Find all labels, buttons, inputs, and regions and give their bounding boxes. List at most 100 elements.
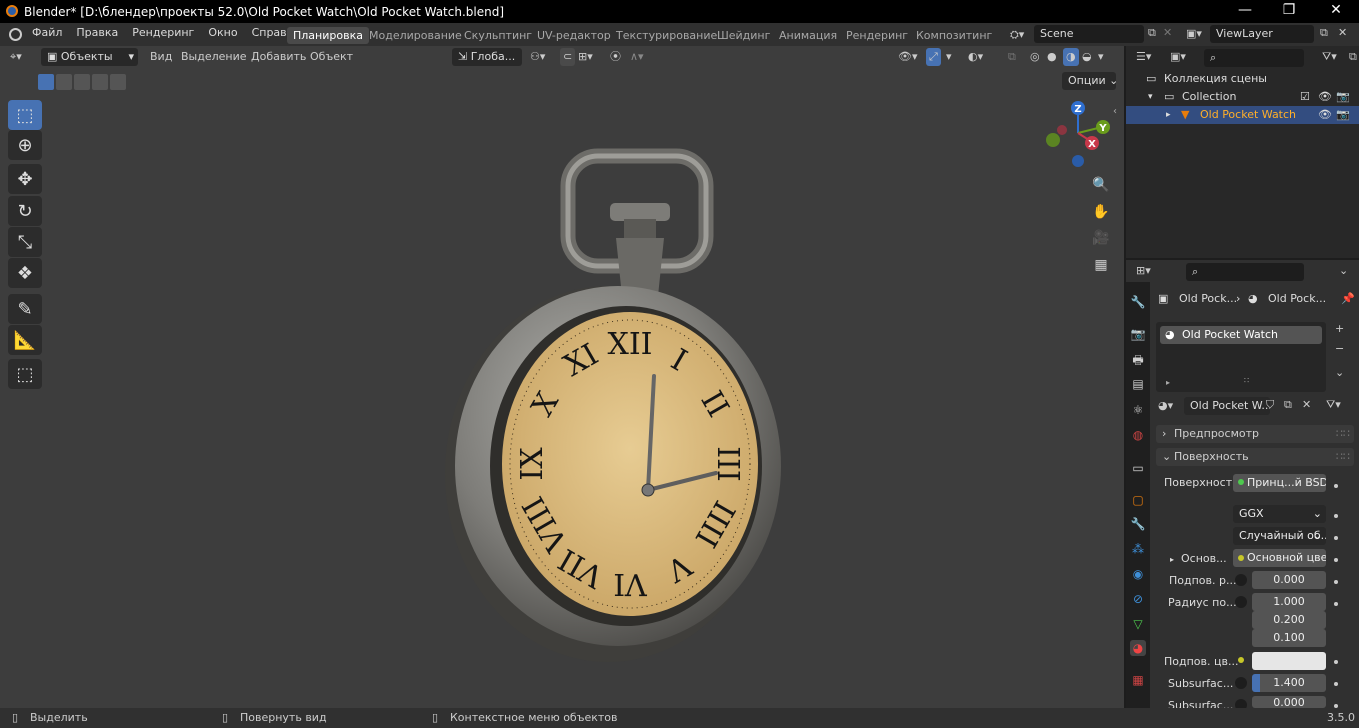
- transform-orientation[interactable]: ⇲ Глоба...: [452, 48, 522, 66]
- menu-view[interactable]: Вид: [150, 48, 172, 66]
- tab-rendering[interactable]: Рендеринг: [840, 27, 914, 44]
- new-collection-icon[interactable]: ⧉: [1349, 50, 1357, 64]
- collection-tab-icon[interactable]: ▭: [1130, 460, 1146, 476]
- annotate-tool[interactable]: ✎: [8, 294, 42, 324]
- menu-object[interactable]: Объект: [310, 48, 353, 66]
- pin-icon[interactable]: 📌: [1341, 292, 1355, 305]
- zoom-icon[interactable]: 🔍: [1089, 173, 1113, 197]
- delete-view-layer-icon[interactable]: ✕: [1338, 26, 1347, 39]
- slot-specials-icon[interactable]: ⌄: [1335, 366, 1344, 379]
- properties-editor-icon[interactable]: ⊞▾: [1136, 264, 1151, 277]
- panel-surface-header[interactable]: ⌄ Поверхность ∷∷: [1156, 448, 1354, 466]
- keyframe-dot[interactable]: [1334, 536, 1338, 540]
- material-tab-icon[interactable]: ◕: [1130, 640, 1146, 656]
- gizmo-neg-z-icon[interactable]: [1072, 155, 1084, 167]
- subsurface-aniso-field[interactable]: 0.000: [1252, 696, 1326, 708]
- pivot-icon[interactable]: ⚇▾: [530, 48, 545, 66]
- expand-icon[interactable]: ▸: [1166, 106, 1171, 124]
- mode-select[interactable]: ▣ Объекты ▾: [41, 48, 138, 66]
- render-tab-icon[interactable]: 📷: [1130, 326, 1146, 342]
- shading-wireframe-icon[interactable]: ◎: [1030, 48, 1040, 66]
- drag-handle-icon[interactable]: ∷∷: [1336, 427, 1350, 440]
- texture-tab-icon[interactable]: ▦: [1130, 672, 1146, 688]
- float-socket-icon[interactable]: [1235, 574, 1247, 586]
- material-name-field[interactable]: Old Pocket W...: [1184, 397, 1270, 415]
- eye-icon[interactable]: 👁: [1318, 106, 1332, 124]
- editor-type-icon[interactable]: ⌖▾: [10, 48, 22, 66]
- subsurface-method-select[interactable]: Случайный об... ⌄: [1233, 527, 1326, 545]
- modifier-tab-icon[interactable]: 🔧: [1130, 516, 1146, 532]
- transform-tool[interactable]: ❖: [8, 258, 42, 288]
- constraints-tab-icon[interactable]: ⊘: [1130, 591, 1146, 607]
- pan-hand-icon[interactable]: ✋: [1089, 200, 1113, 224]
- output-tab-icon[interactable]: 🖶: [1130, 352, 1146, 368]
- gizmo-dropdown-icon[interactable]: ▾: [946, 48, 952, 66]
- particles-tab-icon[interactable]: ⁂: [1130, 541, 1146, 557]
- snap-target-icon[interactable]: ⊞▾: [578, 48, 593, 66]
- 3d-viewport[interactable]: ⌖▾ ▣ Объекты ▾ Вид Выделение Добавить Об…: [0, 46, 1124, 708]
- tab-sculpting[interactable]: Скульптинг: [458, 27, 538, 44]
- properties-options-icon[interactable]: ⌄: [1339, 264, 1348, 277]
- view-layer-tab-icon[interactable]: ▤: [1130, 376, 1146, 392]
- menu-window[interactable]: Окно: [201, 26, 244, 39]
- menu-edit[interactable]: Правка: [69, 26, 125, 39]
- keyframe-dot[interactable]: [1334, 660, 1338, 664]
- menu-select[interactable]: Выделение: [181, 48, 247, 66]
- camera-render-icon[interactable]: 📷: [1336, 88, 1350, 106]
- fake-user-icon[interactable]: ⛉: [1266, 398, 1274, 412]
- radius-y-field[interactable]: 0.200: [1252, 611, 1326, 629]
- outliner-row-object[interactable]: ▸ ▼ Old Pocket Watch 👁 📷: [1126, 106, 1359, 124]
- checkbox-icon[interactable]: ☑: [1300, 88, 1310, 106]
- surface-shader-field[interactable]: Принц...й BSDF: [1233, 474, 1326, 492]
- panel-preview-header[interactable]: › Предпросмотр ∷∷: [1156, 425, 1354, 443]
- expand-icon[interactable]: ▸: [1166, 378, 1170, 387]
- select-box-tool[interactable]: ⬚: [8, 100, 42, 130]
- shading-solid-icon[interactable]: ●: [1047, 48, 1057, 66]
- falloff-icon[interactable]: ∧▾: [630, 48, 644, 66]
- link-type-icon[interactable]: ⛛▾: [1326, 398, 1341, 412]
- keyframe-dot[interactable]: [1334, 580, 1338, 584]
- tab-compositing[interactable]: Композитинг: [910, 27, 998, 44]
- camera-icon[interactable]: 🎥: [1089, 226, 1113, 250]
- object-tab-icon[interactable]: ▢: [1130, 492, 1146, 508]
- distribution-select[interactable]: GGX ⌄: [1233, 505, 1326, 523]
- gizmo-neg-x-icon[interactable]: [1057, 125, 1067, 135]
- radius-x-field[interactable]: 1.000: [1252, 593, 1326, 611]
- expand-icon[interactable]: ▸: [1170, 555, 1174, 564]
- shading-dropdown-icon[interactable]: ▾: [1098, 48, 1104, 66]
- snap-icon[interactable]: ⊂: [560, 48, 576, 66]
- physics-tab-icon[interactable]: ◉: [1130, 566, 1146, 582]
- expand-icon[interactable]: ▾: [1148, 88, 1153, 106]
- data-tab-icon[interactable]: ▽: [1130, 616, 1146, 632]
- subsurface-ior-field[interactable]: 1.400: [1252, 674, 1326, 692]
- scene-icon[interactable]: ⛭▾: [1010, 28, 1024, 42]
- resize-handle[interactable]: ∷: [1244, 376, 1249, 385]
- view-layer-field[interactable]: ViewLayer: [1210, 25, 1314, 43]
- menu-file[interactable]: Файл: [25, 26, 69, 39]
- measure-tool[interactable]: 📐: [8, 325, 42, 355]
- gizmo-toggle-icon[interactable]: ⤢: [926, 48, 941, 66]
- outliner-row-scene-collection[interactable]: ▭ Коллекция сцены: [1126, 70, 1359, 88]
- keyframe-dot[interactable]: [1334, 682, 1338, 686]
- rotate-tool[interactable]: ↻: [8, 196, 42, 226]
- subsurface-color-swatch[interactable]: [1252, 652, 1326, 670]
- new-scene-icon[interactable]: ⧉: [1148, 26, 1156, 40]
- drag-handle-icon[interactable]: ∷∷: [1336, 450, 1350, 463]
- properties-search[interactable]: ⌕: [1186, 263, 1304, 281]
- menu-render[interactable]: Рендеринг: [125, 26, 201, 39]
- close-button[interactable]: ✕: [1313, 0, 1359, 23]
- material-slot[interactable]: ◕ Old Pocket Watch: [1160, 326, 1322, 344]
- visibility-icon[interactable]: 👁▾: [898, 48, 918, 66]
- move-tool[interactable]: ✥: [8, 164, 42, 194]
- subsurface-field[interactable]: 0.000: [1252, 571, 1326, 589]
- eye-icon[interactable]: 👁: [1318, 88, 1332, 106]
- keyframe-dot[interactable]: [1334, 484, 1338, 488]
- maximize-button[interactable]: ❐: [1266, 0, 1312, 23]
- vector-socket-icon[interactable]: [1235, 596, 1247, 608]
- shading-rendered-icon[interactable]: ◒: [1082, 48, 1092, 66]
- select-new-icon[interactable]: [38, 74, 54, 90]
- select-subtract-icon[interactable]: [74, 74, 90, 90]
- proportional-edit-icon[interactable]: ⦿: [610, 48, 621, 66]
- world-tab-icon[interactable]: ◍: [1130, 427, 1146, 443]
- delete-scene-icon[interactable]: ✕: [1163, 26, 1172, 39]
